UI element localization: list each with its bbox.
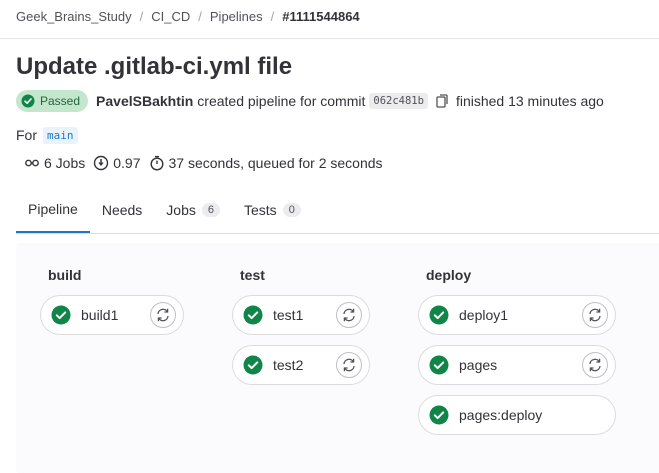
- tab-jobs[interactable]: Jobs 6: [154, 187, 232, 232]
- stage-title: build: [48, 267, 82, 283]
- retry-icon[interactable]: [582, 352, 608, 378]
- pipeline-stats: 6 Jobs 0.97 37 seconds, queued for 2 sec…: [24, 151, 391, 175]
- retry-icon[interactable]: [336, 302, 362, 328]
- duration-text: 37 seconds, queued for 2 seconds: [168, 155, 383, 171]
- copy-icon[interactable]: [434, 93, 450, 109]
- retry-icon[interactable]: [336, 352, 362, 378]
- pipeline-info: Passed PavelSBakhtin created pipeline fo…: [16, 89, 604, 113]
- check-circle-icon: [429, 355, 449, 375]
- retry-icon[interactable]: [582, 302, 608, 328]
- page-title: Update .gitlab-ci.yml file: [16, 53, 293, 80]
- job-name: pages:deploy: [459, 407, 543, 423]
- breadcrumb: Geek_Brains_Study / CI_CD / Pipelines / …: [16, 0, 360, 32]
- job-test2[interactable]: test2: [232, 345, 370, 385]
- job-build1[interactable]: build1: [40, 295, 184, 335]
- job-name: deploy1: [459, 307, 509, 323]
- breadcrumb-pipelines[interactable]: Pipelines: [210, 9, 263, 24]
- job-test1[interactable]: test1: [232, 295, 370, 335]
- check-circle-icon: [243, 355, 263, 375]
- tab-label: Tests: [244, 201, 277, 218]
- tab-label: Needs: [101, 201, 143, 218]
- tab-label: Jobs: [166, 201, 196, 218]
- pipeline-tabs: Pipeline Needs Jobs 6 Tests 0: [16, 187, 659, 234]
- tab-tests[interactable]: Tests 0: [232, 187, 313, 232]
- info-circle-icon: [94, 155, 109, 171]
- pipeline-icon: [25, 159, 39, 167]
- job-name: test1: [273, 307, 304, 323]
- check-circle-icon: [429, 305, 449, 325]
- check-circle-icon: [429, 405, 449, 425]
- breadcrumb-group[interactable]: Geek_Brains_Study: [16, 9, 132, 24]
- jobs-stat: 6 Jobs: [24, 155, 85, 171]
- status-label: Passed: [40, 94, 81, 108]
- job-name: pages: [459, 357, 498, 373]
- status-badge[interactable]: Passed: [16, 90, 89, 112]
- job-deploy1[interactable]: deploy1: [418, 295, 616, 335]
- finished-text: finished 13 minutes ago: [455, 93, 604, 109]
- breadcrumb-separator: /: [270, 8, 275, 24]
- retry-icon[interactable]: [150, 302, 176, 328]
- version-value: 0.97: [113, 155, 141, 171]
- branch-row: For main: [16, 124, 78, 146]
- tab-pipeline[interactable]: Pipeline: [16, 187, 90, 233]
- timer-icon: [149, 155, 164, 171]
- tab-label: Pipeline: [28, 201, 78, 217]
- check-circle-icon: [51, 305, 71, 325]
- header-divider: [0, 38, 659, 39]
- job-pages-deploy[interactable]: pages:deploy: [418, 395, 616, 435]
- check-circle-icon: [21, 94, 35, 108]
- created-text: created pipeline for commit: [197, 93, 366, 109]
- pipeline-graph: build build1 test test1 test2 deploy dep…: [16, 243, 659, 473]
- check-circle-icon: [243, 305, 263, 325]
- breadcrumb-separator: /: [198, 8, 202, 24]
- stage-title: deploy: [426, 267, 472, 283]
- breadcrumb-pipeline-id[interactable]: #1111544864: [282, 9, 359, 24]
- duration-stat: 37 seconds, queued for 2 seconds: [149, 155, 383, 171]
- stage-title: test: [240, 267, 265, 283]
- version-stat: 0.97: [93, 155, 141, 171]
- job-pages[interactable]: pages: [418, 345, 616, 385]
- commit-sha[interactable]: 062c481b: [369, 93, 428, 109]
- breadcrumb-project[interactable]: CI_CD: [151, 9, 190, 24]
- tab-count-badge: 0: [282, 202, 301, 217]
- job-name: test2: [273, 357, 304, 373]
- branch-link[interactable]: main: [43, 126, 78, 144]
- breadcrumb-separator: /: [139, 8, 144, 24]
- tab-count-badge: 6: [201, 202, 220, 217]
- tab-needs[interactable]: Needs: [90, 187, 154, 232]
- for-label: For: [16, 127, 37, 143]
- jobs-count: 6 Jobs: [44, 155, 86, 171]
- job-name: build1: [81, 307, 119, 323]
- author-link[interactable]: PavelSBakhtin: [96, 93, 193, 109]
